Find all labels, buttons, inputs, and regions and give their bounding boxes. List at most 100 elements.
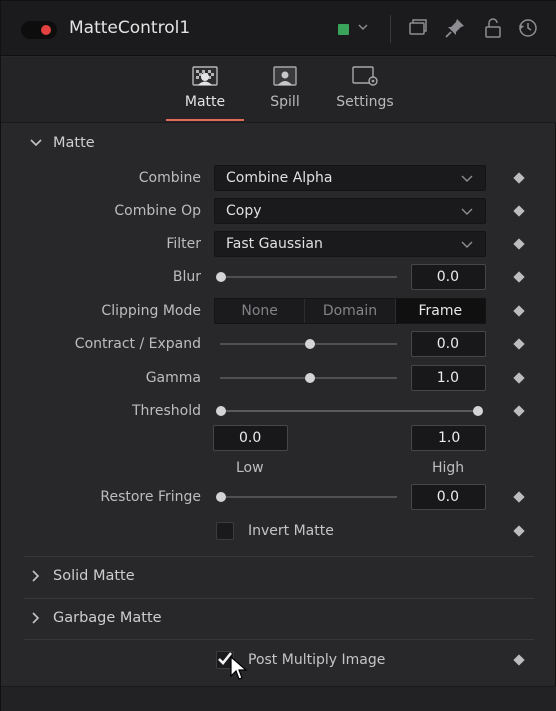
header-separator [390, 15, 391, 43]
threshold-low-value: 0.0 [239, 430, 262, 446]
combine-value: Combine Alpha [226, 170, 333, 186]
blur-label: Blur [172, 269, 201, 285]
blur-value: 0.0 [436, 269, 459, 285]
panel-footer [1, 686, 556, 711]
restore-fringe-value-field[interactable]: 0.0 [411, 484, 486, 510]
pin-icon[interactable] [444, 17, 466, 39]
tab-spill[interactable]: Spill [257, 57, 313, 123]
keyframe-diamond-icon[interactable] [513, 238, 525, 250]
filter-label: Filter [166, 236, 201, 252]
clipping-option-none[interactable]: None [215, 299, 306, 323]
combine-op-dropdown[interactable]: Copy [214, 198, 486, 224]
clipping-mode-label: Clipping Mode [101, 303, 201, 319]
inspector-panel: MatteControl1 Matte Spill Settings Matte… [0, 0, 556, 711]
threshold-high-field[interactable]: 1.0 [411, 425, 486, 451]
row-clipping-mode: Clipping Mode None Domain Frame [1, 297, 556, 327]
keyframe-diamond-icon[interactable] [513, 491, 525, 503]
contract-expand-slider-knob[interactable] [304, 339, 315, 349]
active-tab-underline [166, 119, 244, 121]
clipping-option-domain[interactable]: Domain [305, 299, 396, 323]
keyframe-diamond-icon[interactable] [513, 654, 525, 666]
chevron-down-icon [461, 208, 473, 215]
reset-icon[interactable] [517, 17, 539, 39]
threshold-low-label: Low [236, 460, 264, 476]
combine-op-value: Copy [226, 203, 262, 219]
node-color-chip[interactable] [338, 24, 349, 35]
blur-slider-knob[interactable] [216, 272, 226, 282]
chevron-down-icon[interactable] [357, 17, 369, 41]
keyframe-diamond-icon[interactable] [513, 338, 525, 350]
keyframe-diamond-icon[interactable] [513, 305, 525, 317]
blur-slider-track[interactable] [220, 276, 397, 278]
section-divider [24, 639, 534, 640]
inspector-tabs: Matte Spill Settings [1, 57, 556, 123]
post-multiply-label: Post Multiply Image [248, 652, 386, 668]
spill-tab-icon [270, 65, 300, 87]
restore-fringe-slider-track[interactable] [220, 496, 397, 498]
threshold-high-label: High [432, 460, 465, 476]
keyframe-diamond-icon[interactable] [513, 172, 525, 184]
keyframe-diamond-icon[interactable] [513, 525, 525, 537]
chevron-down-icon [461, 241, 473, 248]
restore-fringe-label: Restore Fringe [100, 489, 201, 505]
row-combine-op: Combine Op Copy [1, 197, 556, 227]
node-header: MatteControl1 [1, 1, 556, 56]
row-restore-fringe: Restore Fringe 0.0 [1, 483, 556, 513]
section-solid-matte-header[interactable]: Solid Matte [1, 557, 556, 597]
chevron-right-icon [32, 570, 40, 582]
gamma-value-field[interactable]: 1.0 [411, 365, 486, 391]
row-invert-matte: Invert Matte [1, 517, 556, 547]
threshold-low-field[interactable]: 0.0 [213, 425, 288, 451]
tab-settings[interactable]: Settings [332, 57, 398, 123]
tab-matte[interactable]: Matte [166, 57, 244, 123]
combine-label: Combine [138, 170, 201, 186]
versions-icon[interactable] [407, 17, 429, 39]
restore-fringe-value: 0.0 [436, 489, 459, 505]
keyframe-diamond-icon[interactable] [513, 271, 525, 283]
section-garbage-matte-header[interactable]: Garbage Matte [1, 599, 556, 639]
chevron-down-icon [461, 175, 473, 182]
tab-settings-label: Settings [336, 94, 394, 110]
keyframe-diamond-icon[interactable] [513, 405, 525, 417]
enable-dot [41, 25, 51, 35]
combine-op-label: Combine Op [114, 203, 201, 219]
row-post-multiply: Post Multiply Image [1, 646, 556, 676]
clipping-mode-segmented: None Domain Frame [214, 298, 486, 324]
node-title: MatteControl1 [69, 18, 191, 38]
combine-dropdown[interactable]: Combine Alpha [214, 165, 486, 191]
threshold-high-value: 1.0 [438, 430, 461, 446]
chevron-down-icon [30, 139, 42, 147]
threshold-low-knob[interactable] [216, 406, 226, 416]
threshold-range-track[interactable] [220, 410, 478, 412]
gamma-label: Gamma [145, 370, 201, 386]
gamma-slider-knob[interactable] [304, 373, 315, 383]
tab-matte-label: Matte [184, 94, 226, 110]
section-matte-label: Matte [53, 135, 95, 151]
matte-tab-icon [190, 65, 220, 87]
row-gamma: Gamma 1.0 [1, 364, 556, 394]
filter-value: Fast Gaussian [226, 236, 323, 252]
section-matte-header[interactable]: Matte [1, 124, 556, 164]
filter-dropdown[interactable]: Fast Gaussian [214, 231, 486, 257]
keyframe-diamond-icon[interactable] [513, 205, 525, 217]
contract-expand-label: Contract / Expand [74, 336, 201, 352]
row-contract-expand: Contract / Expand 0.0 [1, 330, 556, 360]
invert-matte-checkbox[interactable] [216, 522, 234, 540]
blur-value-field[interactable]: 0.0 [411, 264, 486, 290]
clipping-option-frame[interactable]: Frame [395, 299, 485, 323]
gamma-value: 1.0 [436, 370, 459, 386]
restore-fringe-slider-knob[interactable] [216, 492, 226, 502]
threshold-high-knob[interactable] [473, 406, 483, 416]
lock-icon[interactable] [482, 17, 504, 39]
keyframe-diamond-icon[interactable] [513, 372, 525, 384]
row-filter: Filter Fast Gaussian [1, 230, 556, 260]
section-garbage-matte-label: Garbage Matte [53, 610, 162, 626]
node-enable-toggle[interactable] [21, 21, 57, 39]
contract-expand-value-field[interactable]: 0.0 [411, 331, 486, 357]
row-combine: Combine Combine Alpha [1, 164, 556, 194]
section-solid-matte-label: Solid Matte [53, 568, 135, 584]
row-blur: Blur 0.0 [1, 263, 556, 293]
invert-matte-label: Invert Matte [248, 523, 334, 539]
settings-tab-icon [350, 65, 380, 87]
row-threshold: Threshold [1, 397, 556, 427]
